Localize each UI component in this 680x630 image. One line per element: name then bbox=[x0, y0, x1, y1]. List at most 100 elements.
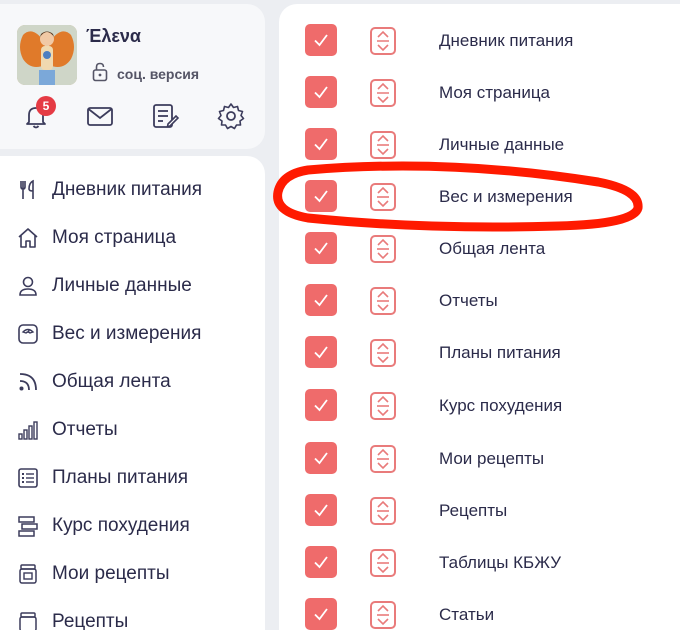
avatar[interactable] bbox=[17, 25, 77, 85]
check-icon bbox=[314, 242, 328, 255]
check-icon bbox=[314, 452, 328, 465]
sidebar-item-label: Мои рецепты bbox=[52, 563, 170, 584]
chart-icon bbox=[18, 421, 38, 440]
menu-checkbox[interactable] bbox=[305, 180, 337, 212]
drag-arrows-icon bbox=[377, 186, 389, 208]
menu-settings-panel: Дневник питания Моя страница Личные данн… bbox=[279, 4, 680, 630]
menu-checkbox[interactable] bbox=[305, 494, 337, 526]
menu-checkbox[interactable] bbox=[305, 442, 337, 474]
sidebar-item-label: Вес и измерения bbox=[52, 323, 202, 344]
sidebar-item-label: Отчеты bbox=[52, 419, 118, 440]
username: Έλενα bbox=[86, 26, 141, 46]
drag-arrows-icon bbox=[377, 82, 389, 104]
menu-row-label: Таблицы КБЖУ bbox=[439, 553, 562, 572]
lock-icon bbox=[92, 62, 108, 82]
drag-arrows-icon bbox=[377, 290, 389, 312]
menu-row: Отчеты bbox=[279, 284, 680, 336]
scale-icon bbox=[18, 324, 38, 344]
drag-arrows-icon bbox=[377, 342, 389, 364]
menu-checkbox[interactable] bbox=[305, 389, 337, 421]
menu-checkbox[interactable] bbox=[305, 76, 337, 108]
check-icon bbox=[314, 608, 328, 621]
menu-row: Таблицы КБЖУ bbox=[279, 546, 680, 598]
drag-handle[interactable] bbox=[370, 549, 396, 577]
sidebar-item-weight[interactable]: Вес и измерения bbox=[0, 312, 265, 356]
check-icon bbox=[314, 556, 328, 569]
check-icon bbox=[314, 294, 328, 307]
sidebar-item-my-recipes[interactable]: Мои рецепты bbox=[0, 552, 265, 596]
menu-row: Курс похудения bbox=[279, 389, 680, 441]
sidebar-item-label: Личные данные bbox=[52, 275, 192, 296]
menu-row: Общая лента bbox=[279, 232, 680, 284]
recipe-jar-icon bbox=[19, 564, 37, 584]
sidebar-nav: Дневник питания Моя страница Личные данн… bbox=[0, 156, 265, 630]
home-icon bbox=[18, 228, 38, 248]
menu-checkbox[interactable] bbox=[305, 336, 337, 368]
sidebar-item-food-diary[interactable]: Дневник питания bbox=[0, 168, 265, 212]
drag-arrows-icon bbox=[377, 395, 389, 417]
mail-icon[interactable] bbox=[84, 100, 116, 132]
menu-row-label: Отчеты bbox=[439, 291, 498, 310]
check-icon bbox=[314, 34, 328, 47]
drag-handle[interactable] bbox=[370, 445, 396, 473]
menu-row-label: Планы питания bbox=[439, 343, 561, 362]
course-icon bbox=[18, 516, 38, 537]
menu-checkbox[interactable] bbox=[305, 598, 337, 630]
check-icon bbox=[314, 399, 328, 412]
gear-icon[interactable] bbox=[215, 100, 247, 132]
version-label: соц. версия bbox=[117, 66, 200, 82]
drag-handle[interactable] bbox=[370, 27, 396, 55]
fork-knife-icon bbox=[20, 179, 34, 199]
menu-row-label: Вес и измерения bbox=[439, 187, 573, 206]
feed-icon bbox=[19, 373, 37, 391]
sidebar-item-meal-plans[interactable]: Планы питания bbox=[0, 456, 265, 500]
menu-checkbox[interactable] bbox=[305, 24, 337, 56]
menu-row: Дневник питания bbox=[279, 24, 680, 76]
menu-checkbox[interactable] bbox=[305, 232, 337, 264]
sidebar-item-my-page[interactable]: Моя страница bbox=[0, 216, 265, 260]
recipe-icon bbox=[19, 612, 37, 630]
list-icon bbox=[18, 468, 38, 488]
menu-row-label: Дневник питания bbox=[439, 31, 574, 50]
sidebar-item-recipes[interactable]: Рецепты bbox=[0, 600, 265, 630]
menu-row: Рецепты bbox=[279, 494, 680, 546]
drag-handle[interactable] bbox=[370, 131, 396, 159]
menu-row-label: Общая лента bbox=[439, 239, 546, 258]
check-icon bbox=[314, 504, 328, 517]
drag-handle[interactable] bbox=[370, 79, 396, 107]
sidebar-item-reports[interactable]: Отчеты bbox=[0, 408, 265, 452]
drag-arrows-icon bbox=[377, 448, 389, 470]
menu-row-label: Рецепты bbox=[439, 501, 508, 520]
menu-row: Личные данные bbox=[279, 128, 680, 180]
user-icon bbox=[19, 276, 37, 296]
drag-handle[interactable] bbox=[370, 497, 396, 525]
drag-arrows-icon bbox=[377, 134, 389, 156]
notes-icon[interactable] bbox=[149, 100, 181, 132]
menu-checkbox[interactable] bbox=[305, 546, 337, 578]
check-icon bbox=[314, 346, 328, 359]
sidebar-item-label: Планы питания bbox=[52, 467, 189, 488]
sidebar-item-label: Курс похудения bbox=[52, 515, 190, 536]
sidebar-item-feed[interactable]: Общая лента bbox=[0, 360, 265, 404]
sidebar-item-label: Дневник питания bbox=[52, 179, 203, 200]
sidebar-item-label: Общая лента bbox=[52, 371, 171, 392]
drag-arrows-icon bbox=[377, 500, 389, 522]
check-icon bbox=[314, 138, 328, 151]
sidebar-item-course[interactable]: Курс похудения bbox=[0, 504, 265, 548]
sidebar-item-personal-data[interactable]: Личные данные bbox=[0, 264, 265, 308]
menu-row: Статьи bbox=[279, 598, 680, 630]
drag-arrows-icon bbox=[377, 604, 389, 626]
menu-row-label: Мои рецепты bbox=[439, 449, 545, 468]
drag-handle[interactable] bbox=[370, 287, 396, 315]
menu-row: Моя страница bbox=[279, 76, 680, 128]
menu-row: Мои рецепты bbox=[279, 442, 680, 494]
menu-row: Планы питания bbox=[279, 336, 680, 388]
drag-handle[interactable] bbox=[370, 183, 396, 211]
drag-handle[interactable] bbox=[370, 392, 396, 420]
menu-checkbox[interactable] bbox=[305, 284, 337, 316]
notification-badge: 5 bbox=[36, 96, 56, 116]
drag-handle[interactable] bbox=[370, 339, 396, 367]
menu-checkbox[interactable] bbox=[305, 128, 337, 160]
drag-handle[interactable] bbox=[370, 235, 396, 263]
drag-handle[interactable] bbox=[370, 601, 396, 629]
